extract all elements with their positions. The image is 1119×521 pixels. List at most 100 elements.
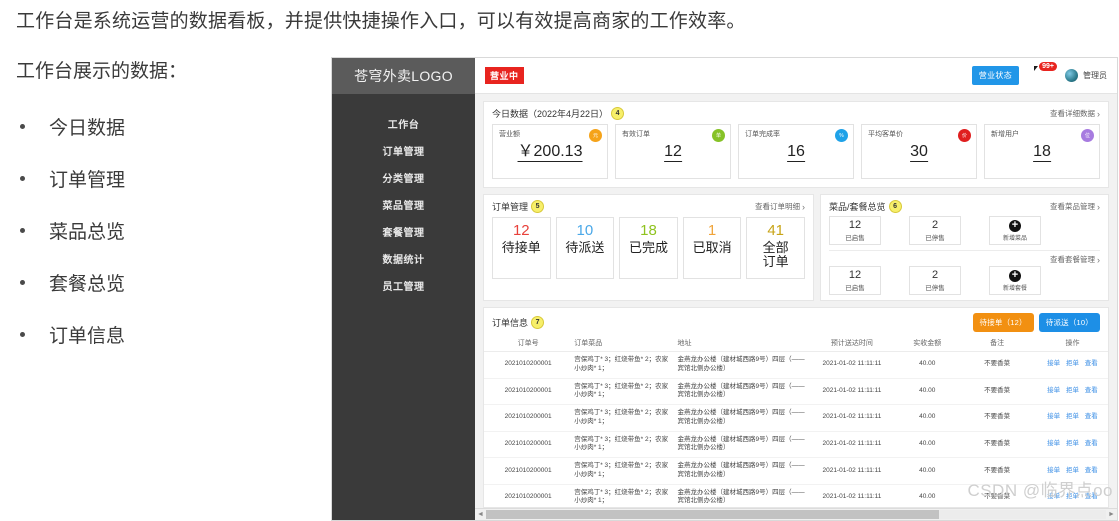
column-note: 备注	[957, 335, 1037, 352]
bubble-dots-icon: •••	[1035, 68, 1047, 78]
scrollbar-track[interactable]	[486, 510, 1106, 519]
view-detail-data-link[interactable]: 查看详细数据 ›	[1050, 108, 1100, 119]
scrollbar-thumb[interactable]	[486, 510, 939, 519]
order-tile-completed[interactable]: 18 已完成	[619, 217, 678, 279]
scroll-left-arrow-icon[interactable]: ◄	[475, 511, 486, 518]
accept-order-link[interactable]: 接单	[1047, 360, 1060, 367]
bullet-label: 今日数据	[49, 117, 126, 139]
stat-label: 有效订单	[622, 131, 650, 138]
reject-order-link[interactable]: 拒单	[1066, 387, 1079, 394]
setmeal-tile-count: 2	[931, 268, 939, 281]
stat-card-average-price[interactable]: 平均客单价 30 价	[861, 124, 977, 179]
app-logo: 苍穹外卖LOGO	[332, 58, 475, 94]
setmeal-tile-on-sale[interactable]: 12 已启售	[829, 266, 881, 295]
table-row[interactable]: 2021010200001 宫保鸡丁* 3；红烧带鱼* 2；农家小炒肉* 1； …	[484, 351, 1108, 379]
stat-value: ￥200.13	[517, 143, 583, 163]
stat-card-turnover[interactable]: 营业额 ￥200.13 元	[492, 124, 608, 179]
cell-dishes: 宫保鸡丁* 3；红烧带鱼* 2；农家小炒肉* 1；	[572, 404, 676, 432]
add-dish-button[interactable]: + 新增菜品	[989, 216, 1041, 245]
view-setmeal-management-link[interactable]: 查看套餐管理 ›	[1050, 254, 1100, 265]
cell-order-no: 2021010200001	[484, 457, 573, 485]
order-tile-cancelled[interactable]: 1 已取消	[682, 217, 742, 279]
stat-card-valid-orders[interactable]: 有效订单 12 单	[615, 124, 731, 179]
cell-actions: 接单 拒单 查看	[1036, 351, 1108, 379]
bullet-label: 订单管理	[49, 169, 126, 191]
dish-tile-on-sale[interactable]: 12 已启售	[829, 216, 881, 245]
reject-order-link[interactable]: 拒单	[1066, 413, 1079, 420]
reject-order-link[interactable]: 拒单	[1066, 360, 1079, 367]
chevron-right-icon: ›	[1097, 201, 1100, 212]
column-actions: 操作	[1036, 335, 1108, 352]
stat-card-completion-rate[interactable]: 订单完成率 16 %	[738, 124, 854, 179]
view-setmeal-management-label: 查看套餐管理	[1050, 255, 1095, 264]
table-row[interactable]: 2021010200001 宫保鸡丁* 3；红烧带鱼* 2；农家小炒肉* 1； …	[484, 378, 1108, 406]
dish-tiles: 12 已启售 2 已停售 + 新增菜品	[829, 215, 1100, 250]
column-order-no: 订单号	[484, 335, 573, 352]
sidebar-item-statistics[interactable]: 数据统计	[332, 245, 475, 272]
order-tile-pending-accept[interactable]: 12 待接单	[492, 217, 551, 279]
reject-order-link[interactable]: 拒单	[1066, 440, 1079, 447]
order-info-tabs: 待接单（12） 待派送（10）	[972, 313, 1100, 332]
sidebar-item-order-management[interactable]: 订单管理	[332, 137, 475, 164]
business-status-button[interactable]: 营业状态	[971, 66, 1019, 85]
table-row[interactable]: 2021010200001 宫保鸡丁* 3；红烧带鱼* 2；农家小炒肉* 1； …	[484, 431, 1108, 459]
order-tile-count: 12	[512, 222, 530, 239]
horizontal-scrollbar[interactable]: ◄ ►	[475, 508, 1117, 520]
order-tile-pending-delivery[interactable]: 10 待派送	[555, 217, 615, 279]
order-tile-all-orders[interactable]: 41 全部 订单	[746, 217, 805, 279]
tab-pending-accept[interactable]: 待接单（12）	[972, 313, 1034, 332]
reject-order-link[interactable]: 拒单	[1066, 493, 1079, 500]
accept-order-link[interactable]: 接单	[1047, 493, 1060, 500]
table-row[interactable]: 2021010200001 宫保鸡丁* 3；红烧带鱼* 2；农家小炒肉* 1； …	[484, 484, 1108, 508]
cell-eta: 2021-01-02 11:11:11	[806, 378, 898, 406]
table-row[interactable]: 2021010200001 宫保鸡丁* 3；红烧带鱼* 2；农家小炒肉* 1； …	[484, 457, 1108, 485]
chevron-right-icon: ›	[1097, 108, 1100, 119]
column-address: 地址	[675, 335, 807, 352]
cell-actions: 接单 拒单 查看	[1036, 484, 1108, 508]
accept-order-link[interactable]: 接单	[1047, 467, 1060, 474]
cell-note: 不要香菜	[957, 404, 1037, 432]
view-order-link[interactable]: 查看	[1085, 360, 1098, 367]
cell-address: 金燕龙办公楼（建材城西路9号）四层（——宾馆北侧办公楼）	[675, 431, 807, 459]
cell-eta: 2021-01-02 11:11:11	[806, 484, 898, 508]
sidebar-item-category-management[interactable]: 分类管理	[332, 164, 475, 191]
sidebar-item-workspace[interactable]: 工作台	[332, 110, 475, 137]
view-order-link[interactable]: 查看	[1085, 493, 1098, 500]
sidebar-item-setmeal-management[interactable]: 套餐管理	[332, 218, 475, 245]
scroll-right-arrow-icon[interactable]: ►	[1106, 511, 1117, 518]
view-order-link[interactable]: 查看	[1085, 467, 1098, 474]
stat-card-new-users[interactable]: 新增用户 18 位	[984, 124, 1100, 179]
order-management-panel: 订单管理 5 查看订单明细 › 12 待接单 10 待派送 18 已完成 1 已…	[483, 194, 814, 301]
table-header-row: 订单号 订单菜品 地址 预计送达时间 实收金额 备注 操作	[484, 335, 1108, 352]
add-setmeal-label: 新增套餐	[1002, 285, 1027, 292]
sidebar-item-dish-management[interactable]: 菜品管理	[332, 191, 475, 218]
cell-dishes: 宫保鸡丁* 3；红烧带鱼* 2；农家小炒肉* 1；	[572, 431, 676, 459]
setmeal-tile-label: 已启售	[845, 285, 865, 293]
view-order-detail-link[interactable]: 查看订单明细 ›	[755, 201, 805, 212]
add-setmeal-button[interactable]: + 新增套餐	[989, 266, 1041, 295]
view-order-link[interactable]: 查看	[1085, 387, 1098, 394]
turnover-icon: 元	[589, 129, 602, 142]
cell-order-no: 2021010200001	[484, 404, 573, 432]
new-users-icon: 位	[1081, 129, 1094, 142]
reject-order-link[interactable]: 拒单	[1066, 467, 1079, 474]
stat-value: 12	[664, 143, 682, 163]
order-tile-label: 待接单	[501, 239, 541, 255]
view-dish-management-link[interactable]: 查看菜品管理 ›	[1050, 201, 1100, 212]
accept-order-link[interactable]: 接单	[1047, 413, 1060, 420]
table-row[interactable]: 2021010200001 宫保鸡丁* 3；红烧带鱼* 2；农家小炒肉* 1； …	[484, 404, 1108, 432]
view-order-link[interactable]: 查看	[1085, 440, 1098, 447]
setmeal-tile-stopped[interactable]: 2 已停售	[909, 266, 961, 295]
view-order-link[interactable]: 查看	[1085, 413, 1098, 420]
accept-order-link[interactable]: 接单	[1047, 440, 1060, 447]
dish-tile-stopped[interactable]: 2 已停售	[909, 216, 961, 245]
topbar: 营业中 营业状态 ••• 99+ 管理员	[475, 58, 1117, 94]
bullet-label: 菜品总览	[49, 221, 126, 243]
message-bubble-icon[interactable]: ••• 99+	[1031, 61, 1057, 85]
column-eta[interactable]: 预计送达时间	[806, 335, 898, 352]
tab-pending-delivery[interactable]: 待派送（10）	[1038, 313, 1100, 332]
sidebar-item-staff-management[interactable]: 员工管理	[332, 272, 475, 299]
accept-order-link[interactable]: 接单	[1047, 387, 1060, 394]
user-account[interactable]: 管理员	[1065, 69, 1107, 82]
chevron-right-icon: ›	[802, 201, 805, 212]
